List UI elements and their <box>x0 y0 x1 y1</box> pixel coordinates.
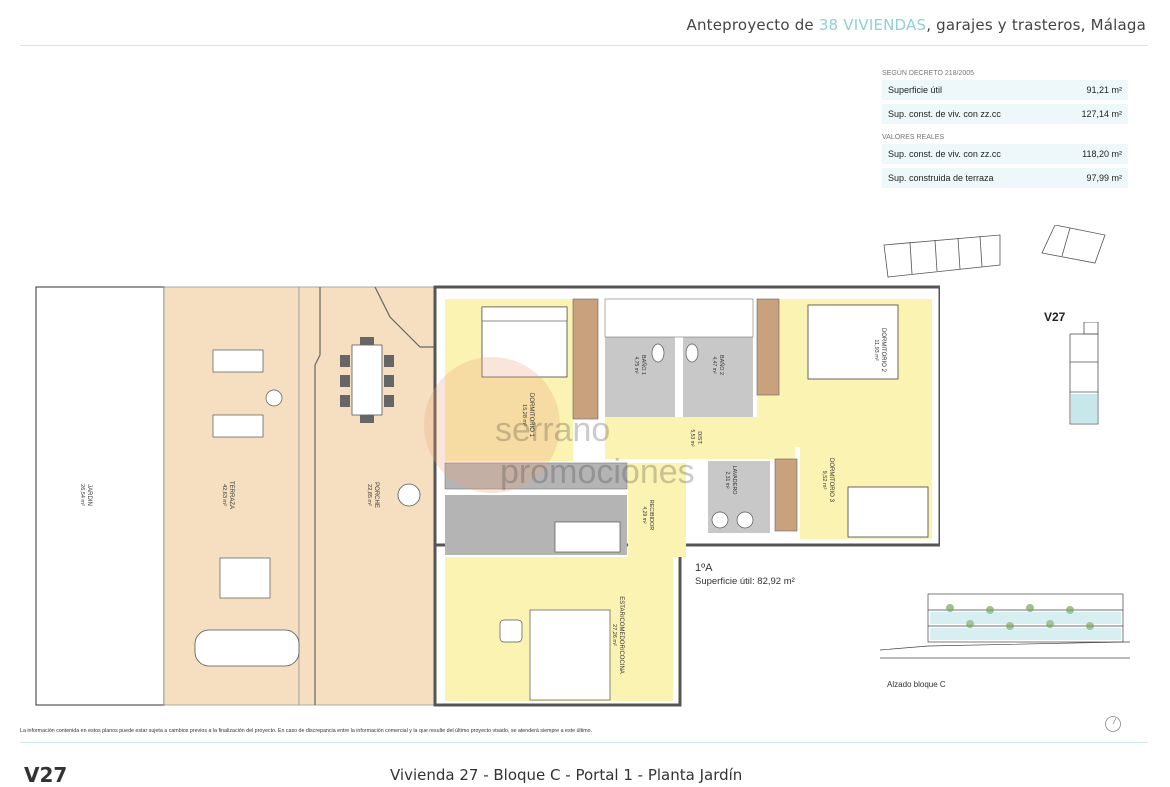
room-area: 5,53 m² <box>689 430 695 447</box>
room-label: RECIBIDOR <box>648 500 654 531</box>
room-label: BAÑO 1 <box>640 355 647 375</box>
footer-divider <box>20 742 1148 743</box>
area-row-value: 97,99 m² <box>1086 173 1122 183</box>
area-row-value: 127,14 m² <box>1081 109 1122 119</box>
area-row-value: 91,21 m² <box>1086 85 1122 95</box>
room-label: ESTAR/COMEDOR/COCINA <box>618 596 624 674</box>
wardrobe <box>572 298 599 420</box>
project-title-accent: 38 VIVIENDAS <box>818 16 927 34</box>
sofa <box>554 521 621 553</box>
wardrobe <box>774 458 798 532</box>
area-row: Sup. const. de viv. con zz.cc 127,14 m² <box>882 104 1128 124</box>
washer-icon <box>736 511 754 529</box>
room-label: PORCHE <box>373 482 379 508</box>
bed <box>847 486 929 538</box>
room-area: 9,52 m² <box>821 471 827 490</box>
dining-table <box>351 344 383 416</box>
area-row: Superficie útil 91,21 m² <box>882 80 1128 100</box>
room-label: LAVADERO <box>731 465 737 495</box>
room-label: JARDIN <box>86 484 92 506</box>
room-area: 11,93 m² <box>873 339 879 360</box>
room-area: 22,85 m² <box>366 484 372 506</box>
room-area: 2,31 m² <box>724 472 730 489</box>
project-title-suffix: , garajes y trasteros, Málaga <box>926 16 1146 34</box>
area-row: Sup. const. de viv. con zz.cc 118,20 m² <box>882 144 1128 164</box>
room-label: DORMITORIO 1 <box>528 393 534 438</box>
area-table: SEGÚN DECRETO 218/2005 Superficie útil 9… <box>882 66 1128 192</box>
project-title-prefix: Anteproyecto de <box>686 16 819 34</box>
washer-icon <box>711 511 729 529</box>
side-unit-label: V27 <box>1044 310 1066 324</box>
disclaimer: La información contenida en estos planos… <box>20 728 593 734</box>
room-area: 42,63 m² <box>221 484 227 506</box>
lounger <box>212 414 264 438</box>
room-label: TERRAZA <box>228 481 234 509</box>
elevation-label: Alzado bloque C <box>887 680 946 689</box>
toilet-icon <box>685 343 699 363</box>
room-area: 4,47 m² <box>711 357 717 374</box>
elevation-drawing <box>880 593 1130 659</box>
footer-code: V27 <box>24 763 68 787</box>
room-label: DORMITORIO 2 <box>880 328 886 373</box>
header-divider <box>20 45 1148 46</box>
room-label: DORMITORIO 3 <box>828 458 834 503</box>
parasol-icon <box>397 483 421 507</box>
area-row-label: Sup. const. de viv. con zz.cc <box>888 149 1001 159</box>
toilet-icon <box>651 343 665 363</box>
shower-area <box>604 298 754 338</box>
unit-area: Superficie útil: 82,92 m² <box>695 576 795 587</box>
room-area: 26,54 m² <box>79 484 85 506</box>
lounger <box>212 349 264 373</box>
unit-code: 1ºA <box>695 562 713 574</box>
decree-caption: SEGÚN DECRETO 218/2005 <box>882 70 975 77</box>
area-row-value: 118,20 m² <box>1082 149 1122 159</box>
room-area: 4,29 m² <box>641 507 647 524</box>
project-title: Anteproyecto de 38 VIVIENDAS, garajes y … <box>687 16 1147 34</box>
side-table <box>265 389 283 407</box>
outdoor-sofa <box>194 629 300 667</box>
locator-sketch <box>1069 322 1099 425</box>
room-jardin <box>35 286 165 706</box>
room-label: BAÑO 2 <box>718 355 725 375</box>
area-row-label: Superficie útil <box>888 85 943 95</box>
room-area: 15,28 m² <box>521 404 527 426</box>
pillow <box>481 306 568 322</box>
watermark-text: promociones <box>500 453 695 491</box>
footer-title: Vivienda 27 - Bloque C - Portal 1 - Plan… <box>390 766 743 784</box>
area-row-label: Sup. const. de viv. con zz.cc <box>888 109 1001 119</box>
room-area: 27,26 m² <box>611 624 617 646</box>
floor-plan: serrano promociones JARDIN 26,54 m² TERR… <box>35 285 940 707</box>
compass-icon <box>1105 716 1121 732</box>
room-area: 4,75 m² <box>633 357 639 374</box>
armchair <box>499 619 523 643</box>
room-label: DIST. <box>696 431 702 445</box>
lounger <box>219 557 271 599</box>
area-row: Sup. construida de terraza 97,99 m² <box>882 168 1128 188</box>
wardrobe <box>756 298 780 396</box>
area-row-label: Sup. construida de terraza <box>888 173 994 183</box>
real-caption: VALORES REALES <box>882 134 945 141</box>
sofa <box>529 609 611 701</box>
watermark-text: serrano <box>495 411 610 449</box>
